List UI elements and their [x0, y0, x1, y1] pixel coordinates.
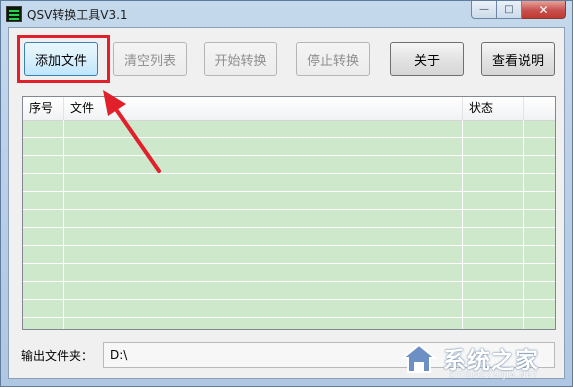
annotation-arrow — [103, 90, 161, 173]
arrow-shaft — [111, 103, 161, 173]
arrow-head — [103, 90, 126, 116]
watermark-text: 系统之家 — [443, 348, 539, 374]
watermark: 系统之家 XITONGZHIJIA.NET — [399, 337, 571, 385]
watermark-subtext: XITONGZHIJIA.NET — [449, 371, 539, 380]
house-logo-icon — [400, 343, 438, 373]
app-window: QSV转换工具V3.1 — □ ✕ 添加文件 清空列表 开始转换 停止转换 关于… — [0, 0, 573, 387]
